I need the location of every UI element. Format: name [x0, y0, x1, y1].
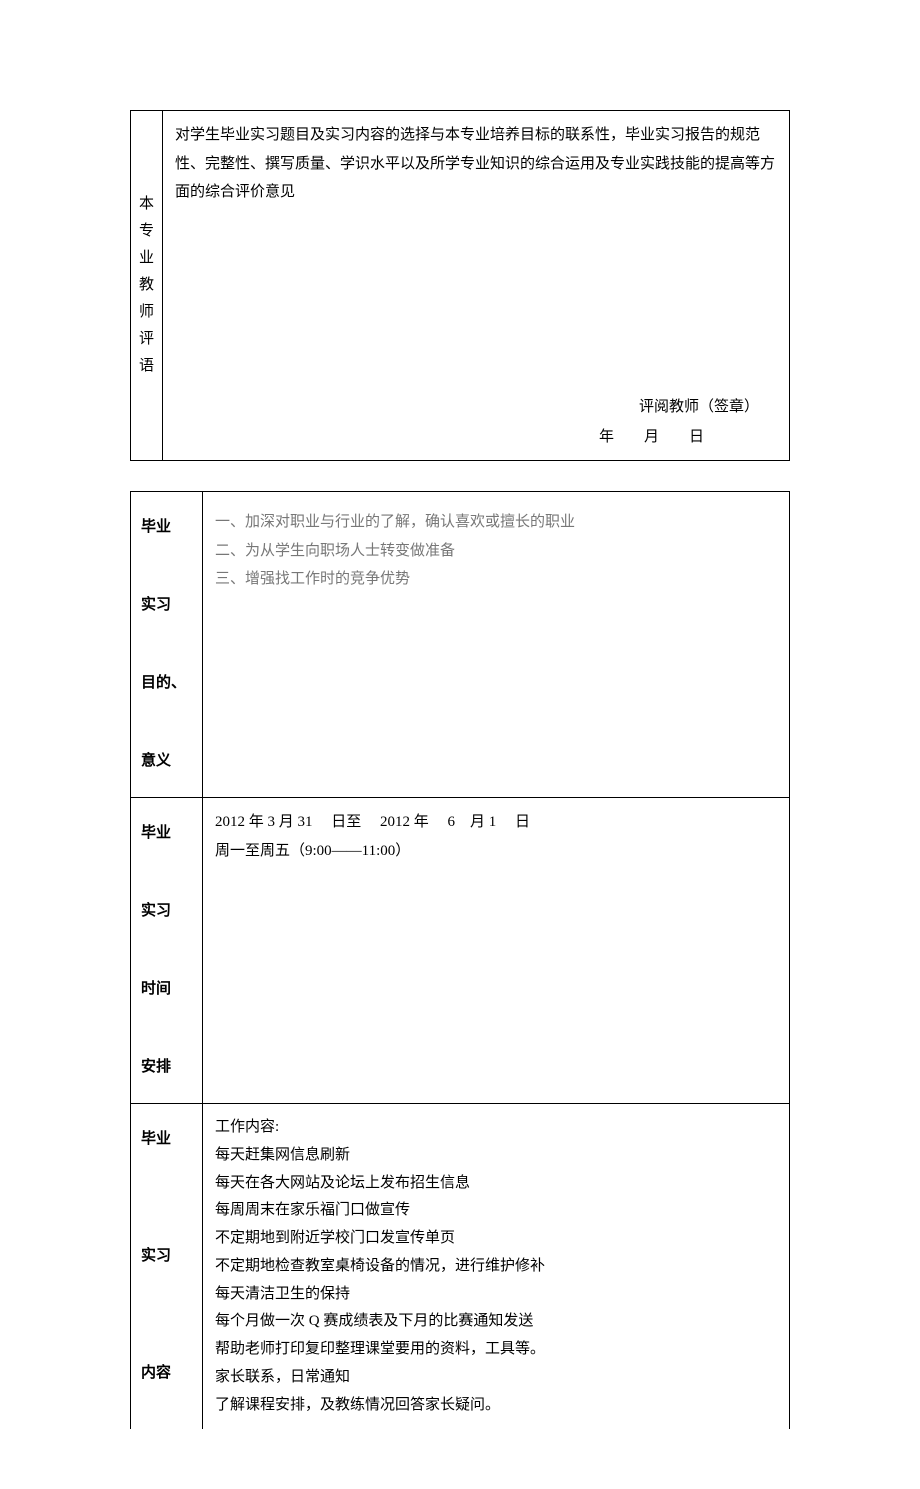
evaluation-prompt: 对学生毕业实习题目及实习内容的选择与本专业培养目标的联系性，毕业实习报告的规范性… [175, 121, 777, 207]
purpose-cell: 一、加深对职业与行业的了解，确认喜欢或擅长的职业 二、为从学生向职场人士转变做准… [203, 492, 790, 798]
content-line: 工作内容: [215, 1114, 777, 1142]
purpose-line-1: 一、加深对职业与行业的了解，确认喜欢或擅长的职业 [215, 508, 777, 537]
schedule-hours: 周一至周五（9:00——11:00） [215, 837, 777, 866]
internship-details-table: 毕业 实习 目的、 意义 一、加深对职业与行业的了解，确认喜欢或擅长的职业 二、… [130, 491, 790, 1429]
purpose-line-3: 三、增强找工作时的竞争优势 [215, 565, 777, 594]
content-line: 家长联系，日常通知 [215, 1364, 777, 1392]
purpose-line-2: 二、为从学生向职场人士转变做准备 [215, 537, 777, 566]
row-label-teacher-comments: 本 专 业 教 师 评 语 [131, 111, 163, 461]
row-label-schedule: 毕业 实习 时间 安排 [131, 798, 203, 1104]
content-line: 每天清洁卫生的保持 [215, 1281, 777, 1309]
content-line: 帮助老师打印复印整理课堂要用的资料，工具等。 [215, 1336, 777, 1364]
schedule-dates: 2012 年 3 月 31 日至 2012 年 6 月 1 日 [215, 808, 777, 837]
content-line: 不定期地到附近学校门口发宣传单页 [215, 1225, 777, 1253]
row-label-content: 毕业 实习 内容 [131, 1104, 203, 1430]
content-cell: 工作内容: 每天赶集网信息刷新 每天在各大网站及论坛上发布招生信息 每周周末在家… [203, 1104, 790, 1430]
content-line: 每周周末在家乐福门口做宣传 [215, 1197, 777, 1225]
content-line: 每天在各大网站及论坛上发布招生信息 [215, 1170, 777, 1198]
signature-label: 评阅教师（签章） [599, 392, 759, 422]
teacher-comments-cell: 对学生毕业实习题目及实习内容的选择与本专业培养目标的联系性，毕业实习报告的规范性… [163, 111, 790, 461]
date-line: 年 月 日 [599, 422, 759, 452]
schedule-cell: 2012 年 3 月 31 日至 2012 年 6 月 1 日 周一至周五（9:… [203, 798, 790, 1104]
teacher-comments-table: 本 专 业 教 师 评 语 对学生毕业实习题目及实习内容的选择与本专业培养目标的… [130, 110, 790, 461]
content-line: 每天赶集网信息刷新 [215, 1142, 777, 1170]
row-label-purpose: 毕业 实习 目的、 意义 [131, 492, 203, 798]
content-line: 每个月做一次 Q 赛成绩表及下月的比赛通知发送 [215, 1308, 777, 1336]
content-line: 不定期地检查教室桌椅设备的情况，进行维护修补 [215, 1253, 777, 1281]
content-line: 了解课程安排，及教练情况回答家长疑问。 [215, 1392, 777, 1420]
